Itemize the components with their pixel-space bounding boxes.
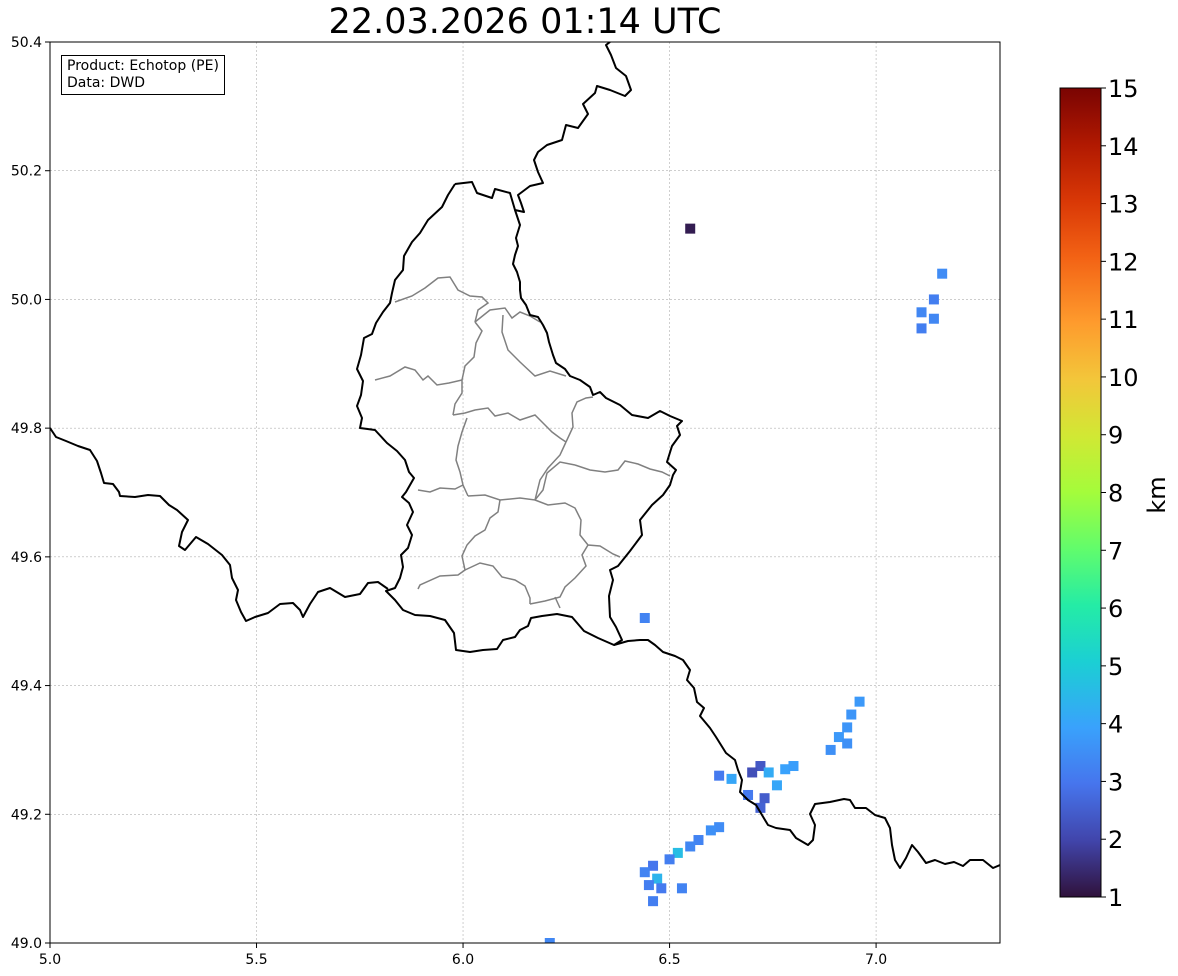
- echo-cell: [916, 307, 927, 318]
- echo-cell: [937, 268, 948, 279]
- y-axis-ticks: 50.4 50.2 50.0 49.8 49.6 49.4 49.2 49.0: [11, 35, 50, 952]
- echo-cell: [842, 722, 853, 733]
- echo-cell: [664, 854, 675, 865]
- echo-cell: [854, 696, 865, 707]
- y-tick-label: 50.2: [11, 164, 42, 180]
- colorbar-tick-label: 11: [1108, 306, 1139, 334]
- echo-cell: [842, 738, 853, 749]
- data-source-label: Data: DWD: [67, 75, 145, 91]
- y-tick-label: 49.4: [11, 679, 42, 695]
- echo-cell: [763, 767, 774, 778]
- colorbar-tick-label: 2: [1108, 826, 1123, 854]
- colorbar-tick-label: 14: [1108, 133, 1139, 161]
- colorbar-tick-label: 7: [1108, 537, 1123, 565]
- echo-cell: [643, 880, 654, 891]
- echo-cell: [928, 294, 939, 305]
- product-label: Product: Echotop (PE): [67, 58, 219, 74]
- echo-cell: [759, 793, 770, 804]
- echo-cell: [676, 883, 687, 894]
- colorbar-tick-label: 4: [1108, 711, 1123, 739]
- district-boundaries: [374, 276, 671, 609]
- country-borders: [50, 42, 1000, 869]
- x-tick-label: 5.5: [245, 952, 267, 968]
- colorbar-ticks: 123456789101112131415: [1101, 75, 1139, 912]
- colorbar-tick-label: 1: [1108, 884, 1123, 912]
- map-canvas: 5.0 5.5 6.0 6.5 7.0 50.4 50.2 50.0 49.8 49.6 49.4…: [11, 35, 1171, 968]
- colorbar-tick-label: 10: [1108, 364, 1139, 392]
- echo-cell: [685, 841, 696, 852]
- x-tick-label: 5.0: [39, 952, 61, 968]
- echo-cell: [928, 313, 939, 324]
- echo-cell: [705, 825, 716, 836]
- colorbar-label: km: [1143, 476, 1171, 513]
- colorbar-gradient: [1059, 87, 1102, 898]
- y-tick-label: 49.6: [11, 550, 42, 566]
- colorbar-tick-label: 12: [1108, 248, 1139, 276]
- y-tick-label: 49.8: [11, 421, 42, 437]
- y-tick-label: 49.0: [11, 936, 42, 952]
- echo-cell: [648, 896, 659, 907]
- echo-cell: [639, 612, 650, 623]
- y-tick-label: 49.2: [11, 807, 42, 823]
- echo-cell: [747, 767, 758, 778]
- echo-top-cells: [544, 223, 948, 943]
- echo-cell: [788, 761, 799, 772]
- y-tick-label: 50.0: [11, 292, 42, 308]
- x-tick-label: 7.0: [865, 952, 887, 968]
- echo-cell: [846, 709, 857, 720]
- x-tick-label: 6.0: [452, 952, 474, 968]
- echo-cell: [639, 867, 650, 878]
- colorbar: 123456789101112131415 km: [1059, 75, 1171, 912]
- echo-cell: [714, 770, 725, 781]
- echo-cell: [685, 223, 696, 234]
- info-box: Product: Echotop (PE) Data: DWD: [61, 55, 225, 95]
- echo-cell: [916, 323, 927, 334]
- colorbar-tick-label: 5: [1108, 653, 1123, 681]
- echo-cell: [743, 789, 754, 800]
- x-tick-label: 6.5: [658, 952, 680, 968]
- y-tick-label: 50.4: [11, 35, 42, 51]
- colorbar-tick-label: 6: [1108, 595, 1123, 623]
- echo-cell: [771, 780, 782, 791]
- colorbar-tick-label: 13: [1108, 191, 1139, 219]
- colorbar-tick-label: 9: [1108, 422, 1123, 450]
- echo-cell: [825, 744, 836, 755]
- echo-cell: [656, 883, 667, 894]
- colorbar-tick-label: 8: [1108, 480, 1123, 508]
- colorbar-tick-label: 15: [1108, 75, 1139, 103]
- colorbar-tick-label: 3: [1108, 768, 1123, 796]
- echo-cell: [726, 773, 737, 784]
- x-axis-ticks: 5.0 5.5 6.0 6.5 7.0: [39, 943, 887, 968]
